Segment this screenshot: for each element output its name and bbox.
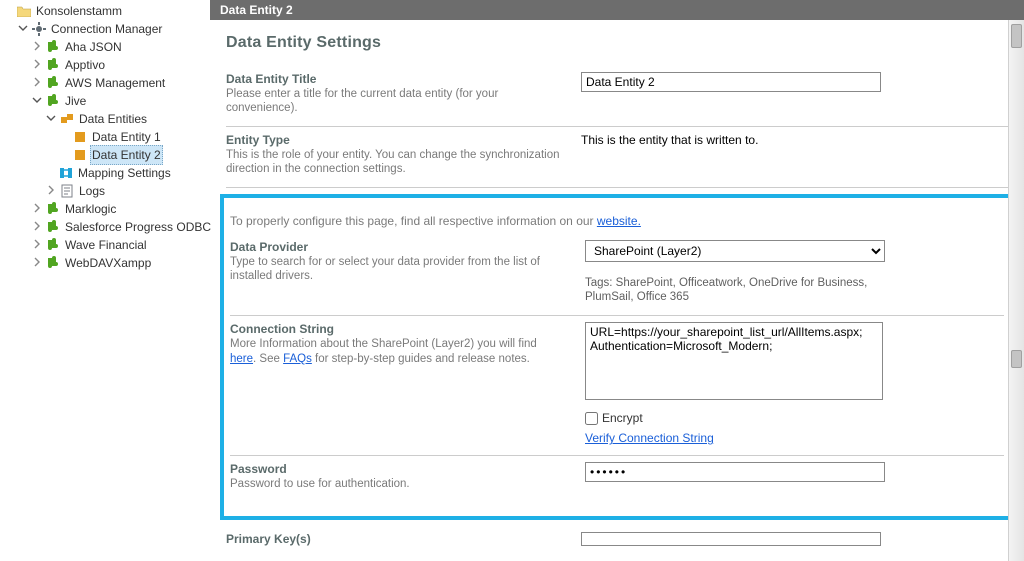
highlight-region: To properly configure this page, find al…	[220, 194, 1014, 520]
puzzle-icon	[45, 93, 61, 109]
chevron-right-icon[interactable]	[32, 41, 44, 53]
tree-item-wave[interactable]: Wave Financial	[32, 236, 210, 254]
tree-item-aha[interactable]: Aha JSON	[32, 38, 210, 56]
chevron-down-icon[interactable]	[18, 23, 30, 35]
section-primary-keys: Primary Key(s)	[226, 526, 1008, 547]
chevron-right-icon[interactable]	[32, 59, 44, 71]
provider-select[interactable]: SharePoint (Layer2)	[585, 240, 885, 262]
tree-item-mapping-settings[interactable]: Mapping Settings	[46, 164, 210, 182]
config-info-line: To properly configure this page, find al…	[230, 202, 1004, 234]
tree-item-data-entity-2[interactable]: Data Entity 2	[60, 146, 210, 164]
tree-root[interactable]: Konsolenstamm	[4, 2, 210, 20]
tree-connection-manager-label: Connection Manager	[49, 20, 164, 38]
primary-keys-input[interactable]	[581, 532, 881, 546]
puzzle-icon	[45, 255, 61, 271]
puzzle-icon	[45, 219, 61, 235]
connstr-desc: More Information about the SharePoint (L…	[230, 337, 565, 366]
connstr-faqs-link[interactable]: FAQs	[283, 353, 312, 365]
puzzle-icon	[45, 201, 61, 217]
section-connection-string: Connection String More Information about…	[230, 316, 1004, 456]
section-entity-title: Data Entity Title Please enter a title f…	[226, 66, 1008, 127]
verify-connection-link[interactable]: Verify Connection String	[585, 431, 714, 445]
cubes-icon	[59, 111, 75, 127]
section-entity-type: Entity Type This is the role of your ent…	[226, 127, 1008, 188]
entity-type-label: Entity Type	[226, 133, 561, 147]
tree-connection-manager[interactable]: Connection Manager	[18, 20, 210, 38]
entity-type-value: This is the entity that is written to.	[581, 133, 1008, 147]
entity-title-desc: Please enter a title for the current dat…	[226, 87, 561, 116]
scrollbar-thumb[interactable]	[1011, 24, 1022, 48]
puzzle-icon	[45, 237, 61, 253]
chevron-right-icon[interactable]	[32, 203, 44, 215]
tree-item-data-entity-1[interactable]: Data Entity 1	[60, 128, 210, 146]
tree-item-salesforce[interactable]: Salesforce Progress ODBC	[32, 218, 210, 236]
navigation-tree: Konsolenstamm Connection Manager	[0, 0, 210, 561]
log-icon	[59, 183, 75, 199]
section-password: Password Password to use for authenticat…	[230, 456, 1004, 501]
chevron-right-icon[interactable]	[32, 77, 44, 89]
tree-root-label: Konsolenstamm	[34, 2, 124, 20]
chevron-right-icon[interactable]	[46, 185, 58, 197]
cube-icon	[72, 147, 88, 163]
entity-title-input[interactable]	[581, 72, 881, 92]
tree-item-webdav[interactable]: WebDAVXampp	[32, 254, 210, 272]
panel-title: Data Entity 2	[220, 3, 293, 17]
encrypt-label: Encrypt	[602, 411, 643, 425]
tree-item-apptivo[interactable]: Apptivo	[32, 56, 210, 74]
provider-desc: Type to search for or select your data p…	[230, 255, 565, 284]
cube-icon	[72, 129, 88, 145]
chevron-right-icon[interactable]	[32, 239, 44, 251]
encrypt-checkbox[interactable]	[585, 412, 598, 425]
password-desc: Password to use for authentication.	[230, 477, 565, 491]
tree-item-logs[interactable]: Logs	[46, 182, 210, 200]
tree-item-marklogic[interactable]: Marklogic	[32, 200, 210, 218]
password-input[interactable]	[585, 462, 885, 482]
puzzle-icon	[45, 39, 61, 55]
folder-icon	[16, 3, 32, 19]
section-data-provider: Data Provider Type to search for or sele…	[230, 234, 1004, 317]
mapping-icon	[58, 165, 74, 181]
chevron-right-icon[interactable]	[32, 221, 44, 233]
provider-tags: Tags: SharePoint, Officeatwork, OneDrive…	[585, 276, 885, 306]
entity-type-desc: This is the role of your entity. You can…	[226, 148, 561, 177]
vertical-scrollbar[interactable]	[1008, 20, 1024, 561]
provider-label: Data Provider	[230, 240, 565, 254]
pk-label: Primary Key(s)	[226, 532, 561, 546]
scrollbar-thumb[interactable]	[1011, 350, 1022, 368]
chevron-down-icon[interactable]	[46, 113, 58, 125]
password-label: Password	[230, 462, 565, 476]
tree-item-data-entities[interactable]: Data Entities	[46, 110, 210, 128]
connstr-label: Connection String	[230, 322, 565, 336]
main-panel: Data Entity 2 Data Entity Settings Data …	[210, 0, 1024, 561]
chevron-down-icon[interactable]	[32, 95, 44, 107]
page-heading: Data Entity Settings	[226, 34, 1008, 52]
connstr-here-link[interactable]: here	[230, 353, 253, 365]
entity-title-label: Data Entity Title	[226, 72, 561, 86]
chevron-right-icon[interactable]	[32, 257, 44, 269]
gear-icon	[31, 21, 47, 37]
panel-titlebar: Data Entity 2	[210, 0, 1024, 20]
puzzle-icon	[45, 75, 61, 91]
tree-item-jive[interactable]: Jive	[32, 92, 210, 110]
tree-item-aws[interactable]: AWS Management	[32, 74, 210, 92]
website-link[interactable]: website.	[597, 214, 641, 228]
puzzle-icon	[45, 57, 61, 73]
connection-string-textarea[interactable]: URL=https://your_sharepoint_list_url/All…	[585, 322, 883, 400]
